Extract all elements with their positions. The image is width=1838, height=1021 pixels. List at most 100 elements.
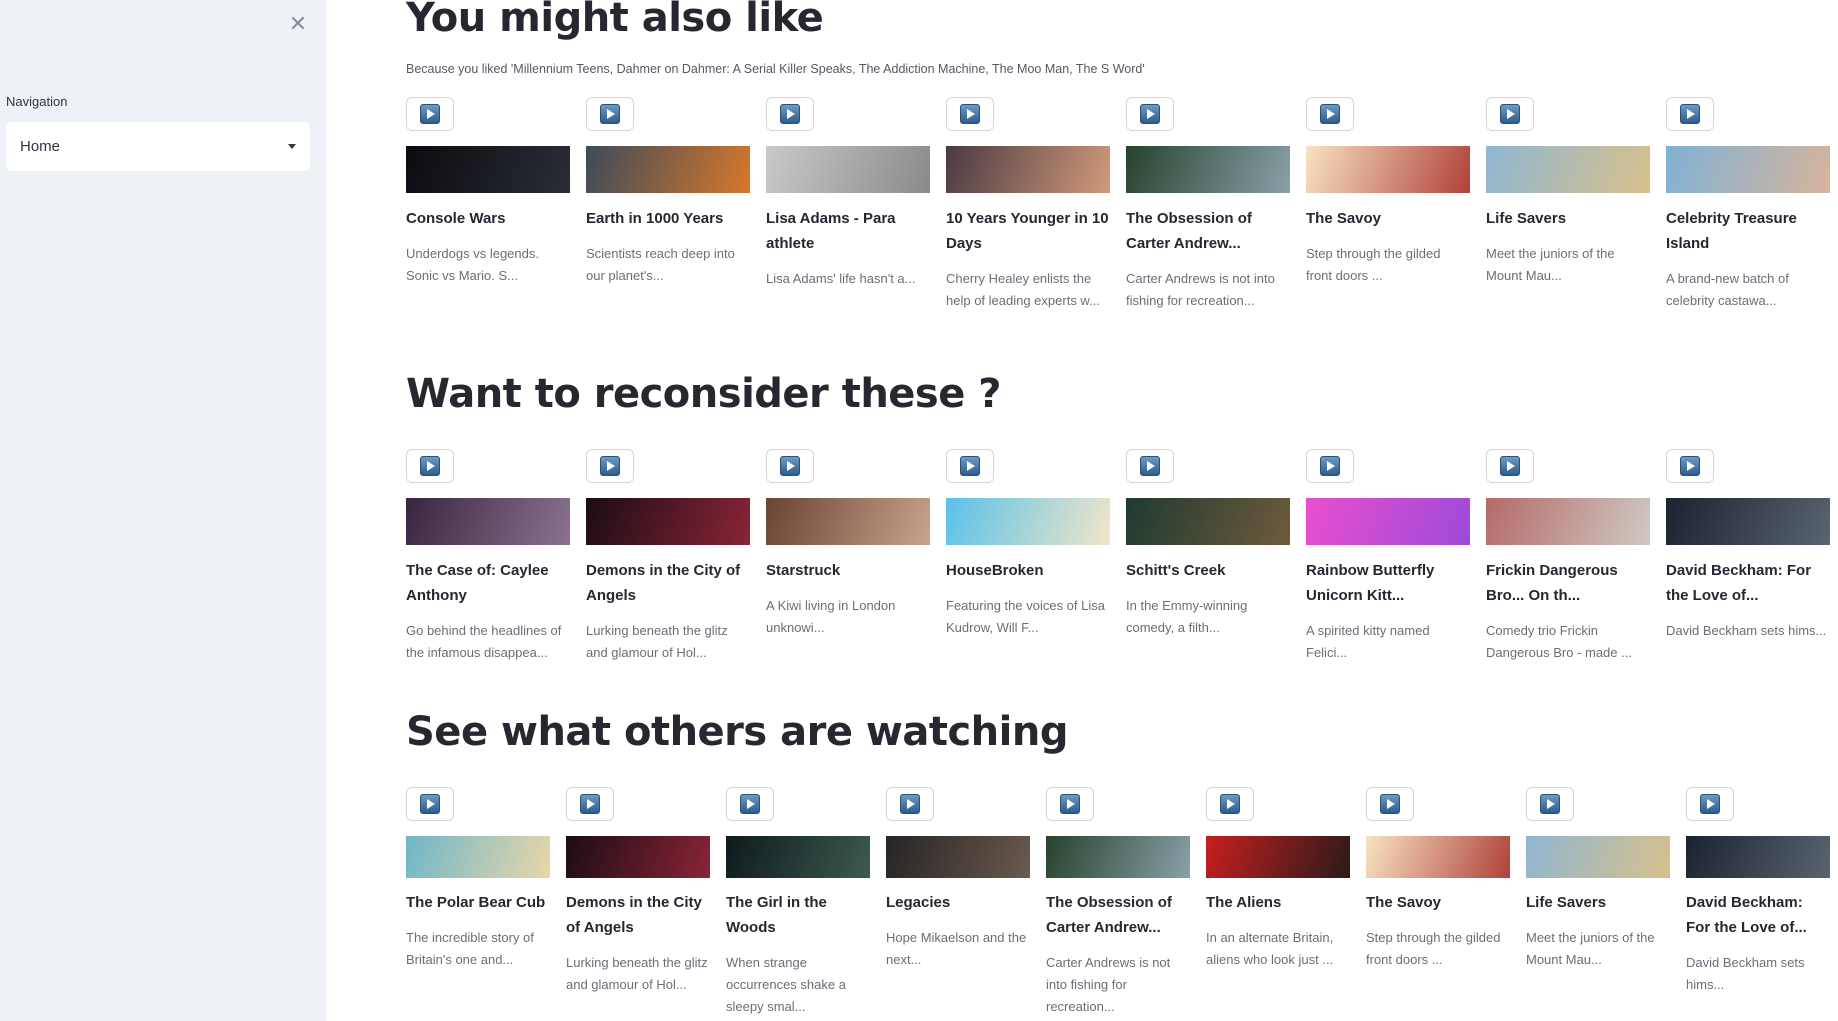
play-button[interactable] [406,787,454,821]
show-thumbnail[interactable] [406,836,550,878]
play-button[interactable] [1306,449,1354,483]
show-description: Underdogs vs legends. Sonic vs Mario. S.… [406,246,539,283]
show-title: The Case of: Caylee Anthony [406,562,549,604]
play-icon [1500,104,1520,124]
show-description: Featuring the voices of Lisa Kudrow, Wil… [946,598,1105,635]
show-thumbnail[interactable] [1526,836,1670,878]
show-thumbnail[interactable] [946,146,1110,193]
close-icon[interactable]: ✕ [286,12,310,36]
section-title: Want to reconsider these ? [406,371,1002,417]
show-description: Scientists reach deep into our planet's.… [586,246,735,283]
section-you-might-also-like: You might also like Because you liked 'M… [406,0,1838,308]
play-button[interactable] [1666,97,1714,131]
show-title: Celebrity Treasure Island [1666,210,1797,252]
show-thumbnail[interactable] [766,146,930,193]
play-button[interactable] [946,449,994,483]
show-title: Earth in 1000 Years [586,210,724,227]
play-button[interactable] [766,97,814,131]
play-button[interactable] [586,449,634,483]
show-thumbnail[interactable] [406,498,570,545]
play-icon [780,104,800,124]
play-button[interactable] [1686,787,1734,821]
show-thumbnail[interactable] [946,498,1110,545]
show-thumbnail[interactable] [1486,498,1650,545]
play-icon [420,456,440,476]
show-thumbnail[interactable] [1046,836,1190,878]
show-title: Life Savers [1526,894,1607,911]
play-button[interactable] [1526,787,1574,821]
show-description: Step through the gilded front doors ... [1306,246,1441,283]
section-see-what-others-watching: See what others are watching The Polar B… [406,706,1838,1014]
show-description: Cherry Healey enlists the help of leadin… [946,271,1100,308]
play-button[interactable] [1126,97,1174,131]
section-title: You might also like [406,0,824,41]
show-thumbnail[interactable] [1126,498,1290,545]
show-title: Life Savers [1486,210,1567,227]
show-title: The Savoy [1366,894,1442,911]
play-button[interactable] [1306,97,1354,131]
play-button[interactable] [406,97,454,131]
play-icon [600,456,620,476]
show-thumbnail[interactable] [726,836,870,878]
show-thumbnail[interactable] [1486,146,1650,193]
show-thumbnail[interactable] [586,498,750,545]
show-thumbnail[interactable] [1306,498,1470,545]
show-thumbnail[interactable] [406,146,570,193]
play-icon [1060,794,1080,814]
play-button[interactable] [766,449,814,483]
play-icon [1140,456,1160,476]
play-button[interactable] [1666,449,1714,483]
show-description: The incredible story of Britain's one an… [406,930,534,967]
play-icon [1140,104,1160,124]
show-thumbnail[interactable] [1666,146,1830,193]
play-button[interactable] [586,97,634,131]
show-description: When strange occurrences shake a sleepy … [726,955,846,1014]
play-button[interactable] [406,449,454,483]
play-button[interactable] [1486,449,1534,483]
show-description: Meet the juniors of the Mount Mau... [1486,246,1615,283]
play-icon [960,456,980,476]
play-button[interactable] [1046,787,1094,821]
show-title: HouseBroken [946,562,1044,579]
play-button[interactable] [1206,787,1254,821]
show-title: The Polar Bear Cub [406,894,546,911]
show-thumbnail[interactable] [1366,836,1510,878]
nav-select-value: Home [20,138,61,155]
show-title: David Beckham: For the Love of... [1666,562,1812,604]
show-thumbnail[interactable] [566,836,710,878]
show-thumbnail[interactable] [1126,146,1290,193]
show-thumbnail[interactable] [766,498,930,545]
show-description: Lisa Adams' life hasn't a... [766,271,916,286]
play-icon [600,104,620,124]
play-button[interactable] [566,787,614,821]
show-thumbnail[interactable] [1206,836,1350,878]
show-description: A brand-new batch of celebrity castawa..… [1666,271,1789,308]
show-title: 10 Years Younger in 10 Days [946,210,1109,252]
play-button[interactable] [1486,97,1534,131]
show-thumbnail[interactable] [1306,146,1470,193]
play-icon [580,794,600,814]
play-button[interactable] [1366,787,1414,821]
play-button[interactable] [726,787,774,821]
show-title: The Aliens [1206,894,1282,911]
play-button[interactable] [1126,449,1174,483]
play-button[interactable] [886,787,934,821]
play-icon [1700,794,1720,814]
show-description: David Beckham sets hims... [1686,955,1805,992]
show-title: Starstruck [766,562,841,579]
show-thumbnail[interactable] [586,146,750,193]
show-title: Schitt's Creek [1126,562,1226,579]
show-description: Comedy trio Frickin Dangerous Bro - made… [1486,623,1632,660]
show-thumbnail[interactable] [1666,498,1830,545]
show-thumbnail[interactable] [1686,836,1830,878]
chevron-down-icon [288,144,296,149]
show-description: Carter Andrews is not into fishing for r… [1126,271,1275,308]
show-thumbnail[interactable] [886,836,1030,878]
navigation-select[interactable]: Home [6,122,310,171]
play-icon [1680,456,1700,476]
play-icon [740,794,760,814]
play-button[interactable] [946,97,994,131]
show-title: The Girl in the Woods [726,894,827,936]
show-description: A Kiwi living in London unknowi... [766,598,896,635]
show-title: Demons in the City of Angels [586,562,741,604]
